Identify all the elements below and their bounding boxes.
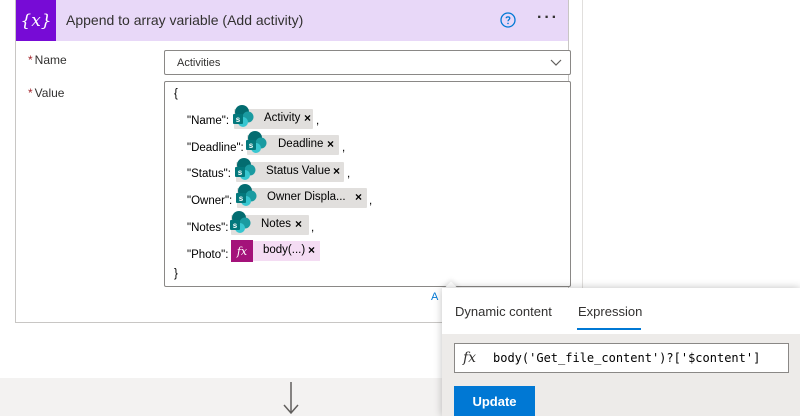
remove-token-icon[interactable]: × — [304, 111, 311, 125]
dynamic-token-deadline[interactable]: s Deadline × — [246, 131, 339, 155]
token-label: Activity — [264, 112, 301, 124]
action-card: {x} Append to array variable (Add activi… — [15, 0, 571, 323]
variable-icon-text: {x} — [20, 10, 52, 31]
json-key-status: "Status": — [187, 168, 231, 180]
add-dynamic-content-link[interactable]: A — [431, 291, 438, 303]
fx-icon: fx — [231, 240, 253, 262]
json-key-notes: "Notes": — [187, 222, 229, 234]
tab-dynamic-content[interactable]: Dynamic content — [455, 304, 552, 319]
name-select[interactable]: Activities — [164, 50, 571, 75]
sharepoint-icon: s — [236, 184, 257, 206]
ellipsis-icon[interactable]: ··· — [537, 9, 559, 27]
variable-icon: {x} — [16, 0, 56, 41]
name-label: * Name — [28, 53, 67, 67]
json-comma: , — [311, 222, 315, 234]
json-comma: , — [369, 195, 373, 207]
value-editor[interactable]: { "Name": s Activity × , "Deadline": s D… — [164, 81, 571, 287]
json-key-owner: "Owner": — [187, 195, 233, 207]
token-label: Owner Displa... — [267, 191, 346, 203]
tab-expression[interactable]: Expression — [578, 304, 642, 319]
json-comma: , — [342, 142, 346, 154]
svg-text:s: s — [233, 221, 238, 230]
required-mark: * — [28, 53, 33, 67]
name-select-value: Activities — [177, 57, 221, 69]
dynamic-token-status[interactable]: s Status Value × — [235, 158, 344, 182]
json-comma: , — [316, 115, 320, 127]
remove-token-icon[interactable]: × — [308, 243, 315, 257]
name-label-text: Name — [34, 53, 67, 67]
down-arrow-icon — [283, 382, 299, 415]
sharepoint-icon: s — [235, 158, 256, 180]
active-tab-indicator — [577, 328, 641, 330]
remove-token-icon[interactable]: × — [333, 164, 340, 178]
dynamic-token-activity[interactable]: s Activity × — [233, 105, 313, 129]
json-key-photo: "Photo": — [187, 249, 229, 261]
dynamic-token-notes[interactable]: s Notes × — [230, 211, 309, 235]
sharepoint-icon: s — [246, 131, 267, 153]
json-key-name: "Name": — [187, 115, 230, 127]
expression-token-photo[interactable]: fx body(...) × — [231, 240, 320, 262]
svg-text:s: s — [239, 194, 244, 203]
expression-input[interactable]: fx body('Get_file_content')?['$content'] — [454, 343, 789, 373]
json-comma: , — [347, 168, 351, 180]
chevron-down-icon — [550, 59, 562, 66]
close-brace: } — [174, 268, 178, 280]
remove-token-icon[interactable]: × — [327, 137, 334, 151]
token-label: Status Value — [266, 165, 331, 177]
remove-token-icon[interactable]: × — [355, 190, 362, 204]
sharepoint-icon: s — [233, 105, 254, 127]
required-mark: * — [28, 86, 33, 100]
svg-text:s: s — [249, 141, 254, 150]
update-button[interactable]: Update — [454, 386, 535, 416]
json-key-deadline: "Deadline": — [187, 142, 244, 154]
expression-text: body('Get_file_content')?['$content'] — [493, 351, 761, 365]
help-circle-icon[interactable] — [500, 12, 516, 28]
token-label: Notes — [261, 218, 292, 230]
svg-text:s: s — [238, 168, 243, 177]
value-label-text: Value — [34, 86, 65, 100]
sharepoint-icon: s — [230, 211, 251, 233]
fx-icon: fx — [463, 350, 477, 366]
dynamic-token-owner[interactable]: s Owner Displa... × — [236, 184, 367, 208]
value-label: * Value — [28, 86, 64, 100]
dynamic-content-popup: Dynamic content Expression fx body('Get_… — [442, 288, 800, 416]
card-header[interactable]: {x} Append to array variable (Add activi… — [16, 0, 568, 41]
expression-area: fx body('Get_file_content')?['$content']… — [442, 334, 800, 416]
remove-token-icon[interactable]: × — [295, 217, 302, 231]
svg-text:s: s — [236, 115, 241, 124]
token-label: Deadline — [278, 138, 324, 150]
card-title: Append to array variable (Add activity) — [66, 12, 304, 28]
open-brace: { — [174, 88, 178, 100]
token-label: body(...) — [263, 244, 306, 256]
